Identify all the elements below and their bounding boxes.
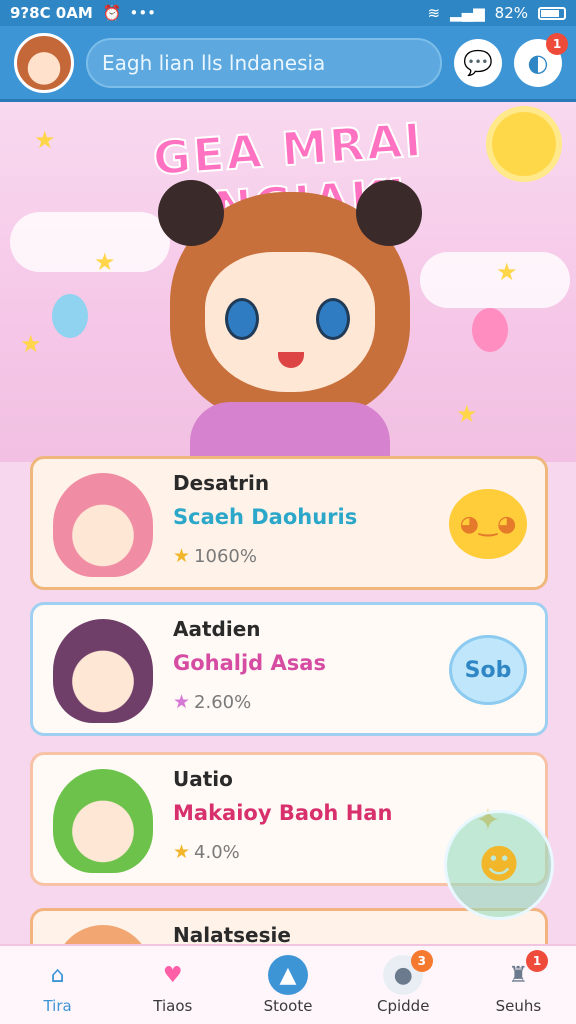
card-rating: ★ 2.60% [173, 691, 251, 713]
nav-badge: 1 [526, 950, 549, 972]
balloon-decoration [472, 308, 508, 352]
profile-icon: ◐ [527, 48, 549, 77]
rating-value: 2.60% [194, 692, 252, 713]
mascot-dress [190, 402, 390, 462]
profile-button[interactable]: ◐ 1 [514, 32, 568, 87]
nav-item-home[interactable]: ⌂ Tira [0, 946, 115, 1024]
star-icon: ★ [496, 258, 518, 286]
card-subtitle: Gohaljd Asas [173, 651, 326, 675]
notification-badge: 1 [546, 32, 568, 55]
app-header: Eagh lian lls lndanesia 💬 ◐ 1 [0, 26, 576, 102]
nav-item-favorites[interactable]: ♥ Tiaos [115, 946, 230, 1024]
character-thumbnail [53, 473, 153, 577]
nav-label: Cpidde [376, 997, 430, 1015]
character-thumbnail [53, 619, 153, 723]
star-icon: ★ [34, 126, 56, 154]
battery-percent: 82% [494, 4, 528, 22]
card-title: Uatio [173, 767, 233, 791]
card-action-button[interactable]: Sob [449, 635, 527, 705]
signal-icon: ▂▄▆ [450, 4, 485, 22]
mascot-ear [158, 180, 224, 246]
card-title: Nalatsesie [173, 923, 291, 946]
star-icon: ★ [20, 330, 42, 358]
character-thumbnail [53, 769, 153, 873]
home-icon: ⌂ [50, 962, 65, 988]
alarm-icon: ⏰ [102, 4, 122, 22]
rating-value: 4.0% [194, 842, 240, 863]
status-time: 9?8C 0AM [10, 4, 93, 22]
card-rating: ★ 1060% [173, 545, 257, 567]
rating-value: 1060% [194, 546, 257, 567]
chat-button[interactable]: 💬 [454, 38, 502, 87]
hero-banner: GEA MRAI ANGIAKI ★ ★ ★ ★ ★ [0, 102, 576, 462]
nav-label: Seuhs [495, 997, 542, 1015]
mascot-eye [225, 298, 259, 340]
character-thumbnail [53, 925, 153, 946]
card-action-button[interactable]: ◕‿◕ [449, 489, 527, 559]
heart-icon: ♥ [162, 962, 183, 988]
speech-bubble-label: Sob [464, 657, 512, 683]
card-rating: ★ 4.0% [173, 841, 240, 863]
list-item[interactable]: Nalatsesie [30, 908, 548, 946]
battery-icon [538, 6, 566, 20]
nav-item-chat[interactable]: ● 3 Cpidde [346, 946, 461, 1024]
nav-item-settings[interactable]: ♜ 1 Seuhs [461, 946, 576, 1024]
star-icon: ★ [173, 545, 191, 567]
more-dots-icon: ••• [129, 4, 157, 22]
smile-sticker-icon: ◕‿◕ [459, 511, 517, 537]
balloon-decoration [52, 294, 88, 338]
mascot-ear [356, 180, 422, 246]
star-icon: ★ [173, 691, 191, 713]
status-bar: 9?8C 0AM ⏰ ••• ≋ ▂▄▆ 82% [0, 0, 576, 26]
card-title: Aatdien [173, 617, 261, 641]
nav-label: Tira [43, 997, 72, 1015]
card-subtitle: Makaioy Baoh Han [173, 801, 393, 825]
list-item[interactable]: Desatrin Scaeh Daohuris ★ 1060% ◕‿◕ [30, 456, 548, 590]
star-icon: ★ [94, 248, 116, 276]
bottom-navigation: ⌂ Tira ♥ Tiaos ▲ Stoote ● 3 Cpidde ♜ 1 S… [0, 944, 576, 1024]
star-icon: ★ [173, 841, 191, 863]
wifi-icon: ≋ [427, 4, 441, 22]
floating-sticker-button[interactable]: ☻ [444, 810, 554, 920]
avatar[interactable] [14, 32, 74, 93]
search-text: Eagh lian lls lndanesia [102, 50, 326, 75]
chat-bubble-icon: 💬 [463, 48, 493, 77]
nav-badge: 3 [410, 950, 433, 972]
star-icon: ★ [456, 400, 478, 428]
nav-label: Stoote [263, 997, 313, 1015]
smile-sticker-icon: ☻ [478, 842, 520, 888]
store-icon: ▲ [268, 955, 308, 995]
card-title: Desatrin [173, 471, 270, 495]
nav-item-store[interactable]: ▲ Stoote [230, 946, 345, 1024]
card-subtitle: Scaeh Daohuris [173, 505, 358, 529]
cloud-decoration [420, 252, 570, 308]
nav-label: Tiaos [153, 997, 193, 1015]
search-input[interactable]: Eagh lian lls lndanesia [86, 37, 442, 88]
mascot-eye [316, 298, 350, 340]
list-item[interactable]: Aatdien Gohaljd Asas ★ 2.60% Sob [30, 602, 548, 736]
